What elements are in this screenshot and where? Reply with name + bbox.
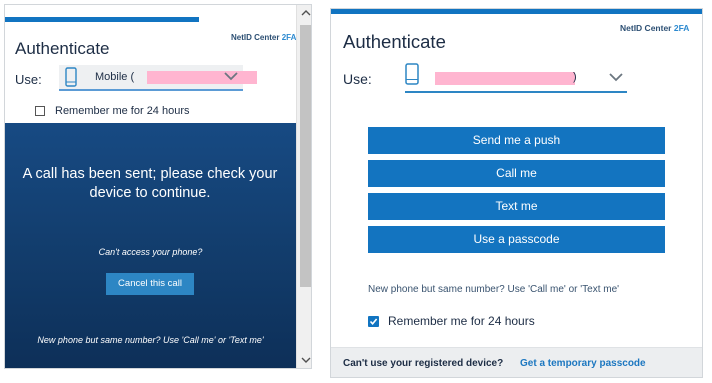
checkmark-icon [369, 317, 378, 325]
vertical-scrollbar[interactable] [296, 5, 311, 368]
chevron-down-icon [609, 73, 623, 82]
right-auth-window: NetID Center 2FA Authenticate Use: ) Sen… [330, 8, 703, 378]
redacted-phone-number [147, 71, 257, 84]
brand-logo: NetID Center 2FA [231, 33, 297, 42]
remember-me-option[interactable]: Remember me for 24 hours [368, 314, 535, 328]
send-push-button[interactable]: Send me a push [368, 127, 665, 154]
remember-me-label: Remember me for 24 hours [388, 314, 535, 328]
page-title: Authenticate [343, 31, 446, 52]
phone-icon [405, 63, 419, 85]
device-select[interactable]: Mobile () [59, 65, 257, 91]
footer-question: Can't use your registered device? [343, 358, 504, 369]
call-me-button[interactable]: Call me [368, 160, 665, 187]
new-phone-hint: New phone but same number? Use 'Call me'… [368, 284, 620, 295]
device-label-suffix: ) [573, 71, 577, 83]
scroll-down-icon[interactable] [301, 356, 311, 364]
brand-logo: NetID Center 2FA [620, 23, 690, 33]
remember-me-label: Remember me for 24 hours [55, 105, 190, 117]
chevron-down-icon [224, 72, 238, 81]
page-title: Authenticate [15, 39, 110, 58]
progress-bar [5, 17, 199, 22]
top-accent-bar [331, 9, 702, 14]
call-status-panel: A call has been sent; please check your … [5, 123, 296, 368]
remember-me-checkbox[interactable] [35, 106, 45, 116]
footer: Can't use your registered device? Get a … [331, 347, 702, 377]
left-auth-window: NetID Center 2FA Authenticate Use: Mobil… [0, 0, 314, 383]
left-auth-frame: NetID Center 2FA Authenticate Use: Mobil… [4, 4, 312, 369]
temporary-passcode-link[interactable]: Get a temporary passcode [520, 358, 646, 369]
phone-icon [65, 67, 77, 87]
use-label: Use: [15, 72, 42, 87]
new-phone-hint: New phone but same number? Use 'Call me'… [37, 335, 264, 345]
scrollbar-thumb[interactable] [300, 25, 311, 287]
scroll-up-icon[interactable] [301, 9, 311, 17]
cant-access-text: Can't access your phone? [98, 247, 203, 257]
cancel-call-button[interactable]: Cancel this call [106, 273, 194, 295]
remember-me-option[interactable]: Remember me for 24 hours [35, 105, 190, 117]
use-label: Use: [343, 71, 372, 87]
redacted-phone-number [435, 72, 575, 85]
device-select[interactable]: ) [405, 61, 627, 93]
call-status-message: A call has been sent; please check your … [22, 166, 278, 201]
remember-me-checkbox[interactable] [368, 315, 379, 327]
text-me-button[interactable]: Text me [368, 193, 665, 220]
use-passcode-button[interactable]: Use a passcode [368, 226, 665, 253]
